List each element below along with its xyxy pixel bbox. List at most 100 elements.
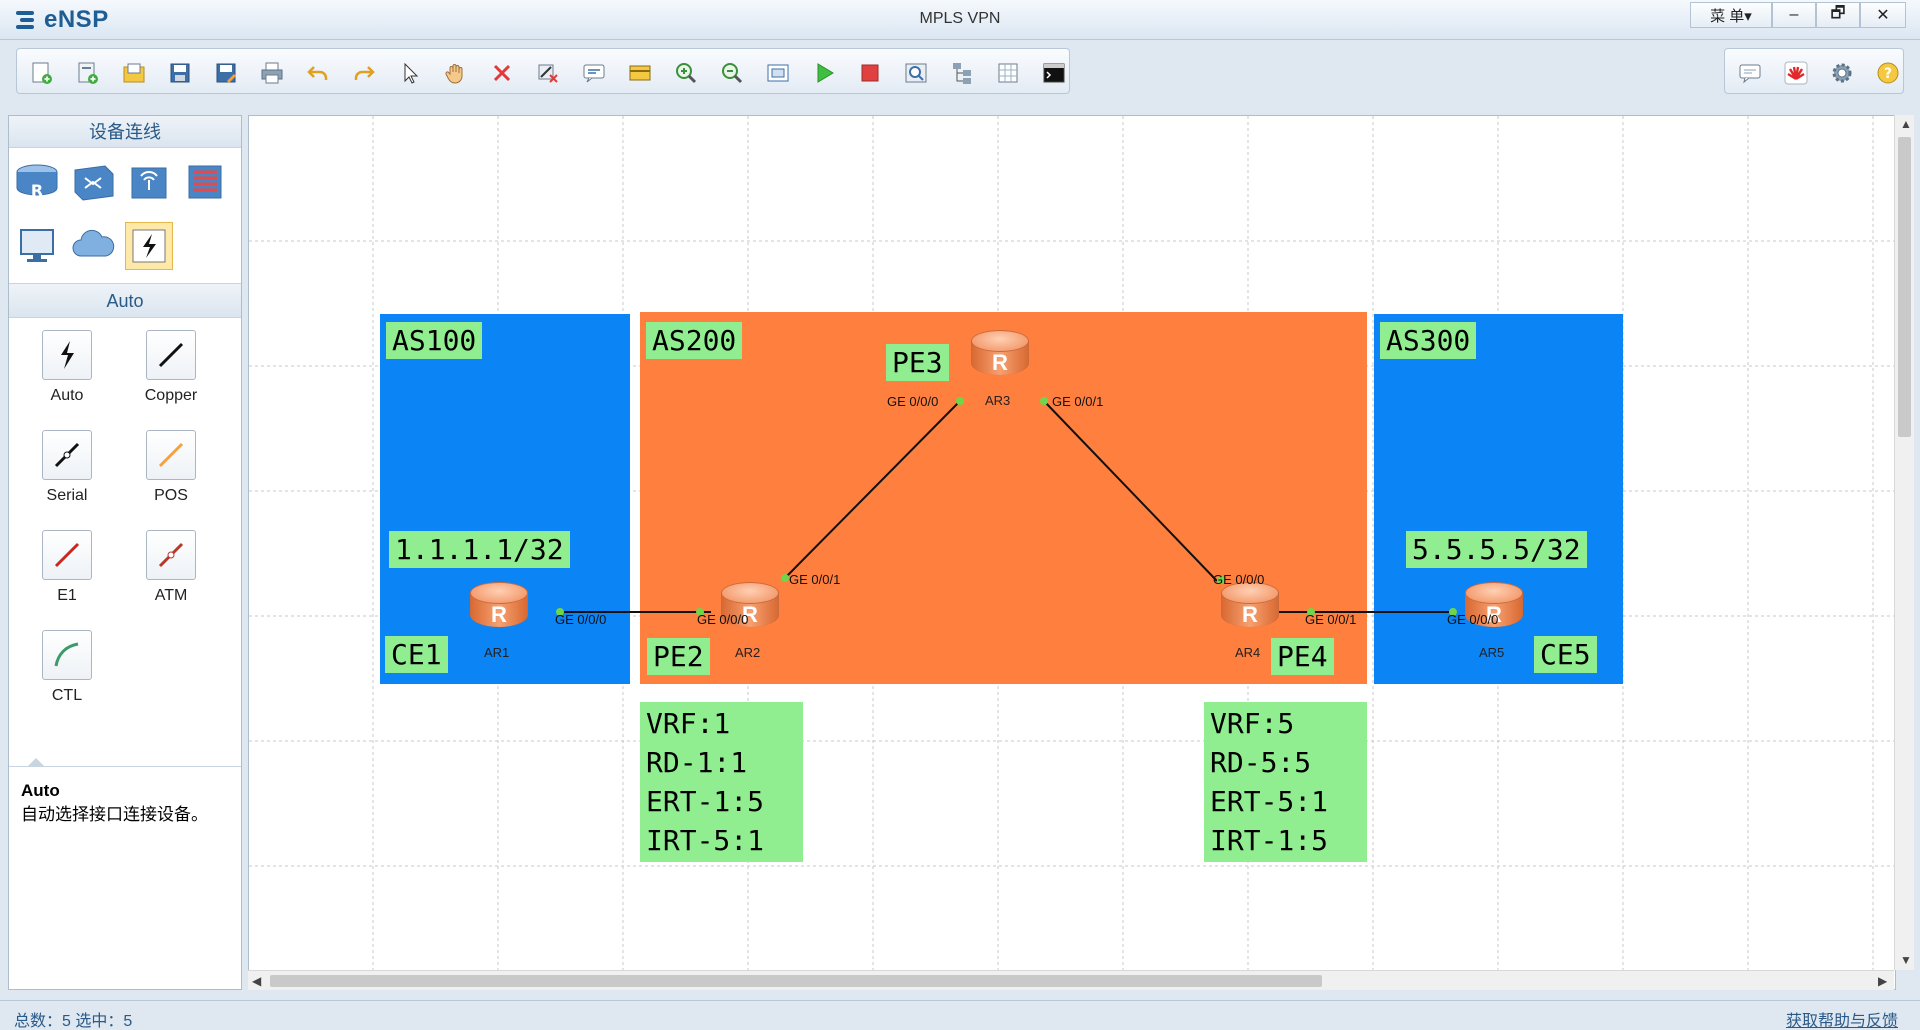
fit-view-icon[interactable] <box>765 60 791 86</box>
cable-label: E1 <box>57 587 77 604</box>
router-tag-pe4: PE4 <box>1271 638 1334 675</box>
undo-icon[interactable] <box>305 60 331 86</box>
stop-device-icon[interactable] <box>857 60 883 86</box>
feedback-chat-icon[interactable] <box>1737 60 1763 86</box>
horizontal-scroll-thumb[interactable] <box>270 975 1322 987</box>
selection-count: 总数：5 选中：5 <box>14 1013 133 1030</box>
serial-cable-icon <box>42 430 92 480</box>
vrf-line: VRF:5 <box>1210 707 1295 740</box>
scroll-left-icon[interactable]: ◀ <box>252 974 261 988</box>
delete-icon[interactable] <box>489 60 515 86</box>
vertical-scroll-thumb[interactable] <box>1898 137 1911 437</box>
open-icon[interactable] <box>121 60 147 86</box>
svg-text:R: R <box>31 181 43 200</box>
scroll-up-icon[interactable]: ▲ <box>1900 117 1912 131</box>
help-feedback-link[interactable]: 获取帮助与反馈 <box>1786 1007 1898 1030</box>
link-ar2-ar3 <box>784 400 961 579</box>
zoom-out-icon[interactable] <box>719 60 745 86</box>
cloud-category-icon[interactable] <box>69 222 117 270</box>
cable-label: Auto <box>50 387 84 404</box>
vertical-scrollbar[interactable]: ▲ ▼ <box>1894 115 1914 970</box>
capture-data-icon[interactable] <box>903 60 929 86</box>
router-name-ar4: AR4 <box>1235 645 1261 660</box>
device-panel: 设备连线 R Auto Auto Copper Serial POS E1 AT… <box>8 115 242 990</box>
device-categories: R <box>9 148 241 284</box>
router-ar3[interactable]: R <box>969 330 1033 386</box>
cable-pos[interactable]: POS <box>119 430 223 505</box>
area-label-as300: AS300 <box>1380 322 1477 359</box>
redo-icon[interactable] <box>351 60 377 86</box>
router-name-ar2: AR2 <box>735 645 761 660</box>
cable-atm[interactable]: ATM <box>119 530 223 605</box>
router-icon: R <box>992 350 1008 375</box>
main-menu-button[interactable]: 菜 单▾ <box>1690 2 1772 28</box>
huawei-icon[interactable] <box>1783 60 1809 86</box>
cable-label: ATM <box>154 587 188 604</box>
start-device-icon[interactable] <box>811 60 837 86</box>
scroll-down-icon[interactable]: ▼ <box>1900 953 1912 967</box>
router-ar1[interactable]: R <box>468 582 532 638</box>
description-title: Auto <box>21 781 60 800</box>
connection-category-icon[interactable] <box>125 222 173 270</box>
new-topology-icon[interactable] <box>29 60 55 86</box>
cable-auto[interactable]: Auto <box>15 330 119 405</box>
save-icon[interactable] <box>167 60 193 86</box>
router-tag-ce5: CE5 <box>1534 636 1597 673</box>
area-label-as200: AS200 <box>646 322 743 359</box>
restore-button[interactable]: 🗗 <box>1816 2 1860 28</box>
description-pointer <box>27 758 45 767</box>
router-ar2[interactable]: R <box>719 582 783 638</box>
router-name-ar5: AR5 <box>1479 645 1505 660</box>
wlan-category-icon[interactable] <box>125 158 173 206</box>
iface-label-ar3-g1: GE 0/0/1 <box>1052 394 1104 409</box>
cable-ctl[interactable]: CTL <box>15 630 119 705</box>
save-as-icon[interactable] <box>213 60 239 86</box>
settings-gear-icon[interactable] <box>1829 60 1855 86</box>
router-tag-ce1: CE1 <box>385 636 448 673</box>
console-icon[interactable] <box>1041 60 1067 86</box>
cable-e1[interactable]: E1 <box>15 530 119 605</box>
atm-cable-icon <box>146 530 196 580</box>
pos-cable-icon <box>146 430 196 480</box>
link-ar3-ar4 <box>1043 400 1218 582</box>
grid-icon[interactable] <box>995 60 1021 86</box>
new-lab-icon[interactable] <box>75 60 101 86</box>
copper-cable-icon <box>146 330 196 380</box>
vrf-line: RD-5:5 <box>1210 746 1312 779</box>
help-icon[interactable]: ? <box>1875 60 1901 86</box>
description-text: 自动选择接口连接设备。 <box>21 805 208 824</box>
e1-cable-icon <box>42 530 92 580</box>
ctl-cable-icon <box>42 630 92 680</box>
cable-label: CTL <box>51 687 83 704</box>
router-ar5[interactable]: R <box>1463 582 1527 638</box>
topology-canvas[interactable]: AS100 AS200 AS300 1.1.1.1/32 5.5.5.5/32 … <box>248 115 1896 990</box>
cable-list: Auto Copper Serial POS E1 ATM CTL <box>9 318 241 786</box>
router-category-icon[interactable]: R <box>13 158 61 206</box>
cable-copper[interactable]: Copper <box>119 330 223 405</box>
horizontal-scrollbar[interactable]: ◀ ▶ <box>248 970 1894 990</box>
svg-text:?: ? <box>1884 66 1892 82</box>
print-icon[interactable] <box>259 60 285 86</box>
select-pointer-icon[interactable] <box>397 60 423 86</box>
cable-serial[interactable]: Serial <box>15 430 119 505</box>
iface-label-ar4-g0: GE 0/0/0 <box>1213 572 1265 587</box>
vrf-line: ERT-5:1 <box>1210 785 1329 818</box>
firewall-category-icon[interactable] <box>181 158 229 206</box>
toolbar: ? <box>0 40 1920 102</box>
switch-category-icon[interactable] <box>69 158 117 206</box>
vrf-line: ERT-1:5 <box>646 785 765 818</box>
pc-category-icon[interactable] <box>13 222 61 270</box>
auto-cable-icon <box>42 330 92 380</box>
cable-label: Serial <box>46 487 88 504</box>
minimize-button[interactable]: – <box>1772 2 1816 28</box>
text-label-icon[interactable] <box>581 60 607 86</box>
zoom-in-icon[interactable] <box>673 60 699 86</box>
pan-hand-icon[interactable] <box>443 60 469 86</box>
topology-tree-icon[interactable] <box>949 60 975 86</box>
scroll-right-icon[interactable]: ▶ <box>1878 974 1887 988</box>
delete-link-icon[interactable] <box>535 60 561 86</box>
close-button[interactable]: ✕ <box>1860 2 1906 28</box>
router-ar4[interactable]: R <box>1219 582 1283 638</box>
area-shape-icon[interactable] <box>627 60 653 86</box>
port-ar3-g1 <box>1040 397 1048 405</box>
